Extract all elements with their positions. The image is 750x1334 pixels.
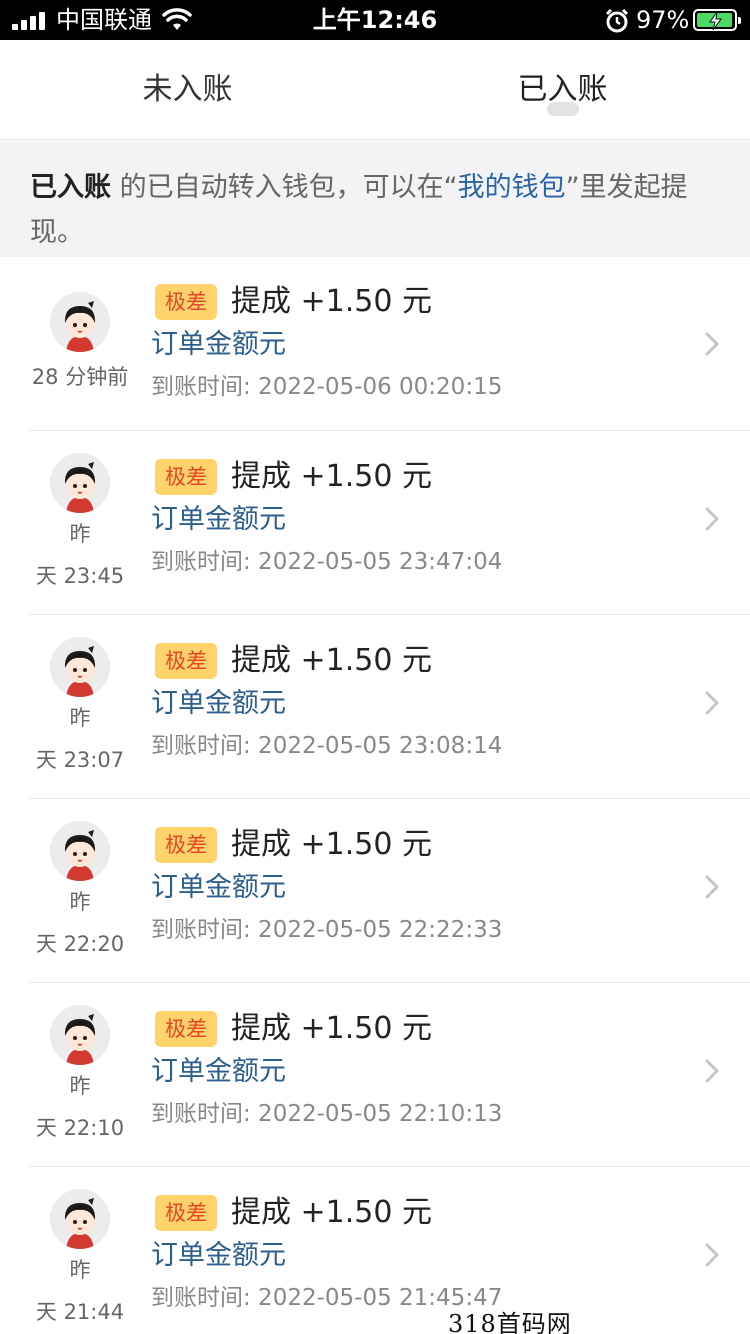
rating-badge: 极差 bbox=[155, 459, 217, 495]
record-title: 提成 +1.50 元 bbox=[231, 643, 433, 678]
chevron-right-icon bbox=[705, 1059, 719, 1083]
rating-badge: 极差 bbox=[155, 284, 217, 320]
record-time-line: 昨 bbox=[69, 522, 91, 546]
record-time-line: 天 23:45 bbox=[35, 564, 125, 588]
charging-bolt-icon bbox=[709, 12, 722, 30]
record-relative-time: 昨天 22:10 bbox=[28, 1065, 132, 1149]
record-datetime: 到账时间: 2022-05-05 23:08:14 bbox=[151, 733, 503, 759]
avatar-icon bbox=[50, 821, 110, 881]
status-bar: 中国联通 上午12:46 97% bbox=[0, 0, 750, 40]
rating-badge: 极差 bbox=[155, 643, 217, 679]
avatar-icon bbox=[50, 637, 110, 697]
record-relative-time: 昨天 22:20 bbox=[28, 881, 132, 965]
record-list: 28 分钟前 极差 提成 +1.50 元 订单金额元 到账时间: 2022-05… bbox=[0, 258, 750, 1334]
record-title: 提成 +1.50 元 bbox=[231, 459, 433, 494]
record-item[interactable]: 昨天 23:45 极差 提成 +1.50 元 订单金额元 到账时间: 2022-… bbox=[0, 431, 750, 615]
rating-badge: 极差 bbox=[155, 1195, 217, 1231]
record-time-line: 天 21:44 bbox=[35, 1300, 125, 1324]
tab-credited[interactable]: 已入账 bbox=[375, 40, 750, 140]
wallet-notice: 已入账 的已自动转入钱包，可以在“我的钱包”里发起提现。 bbox=[0, 141, 750, 257]
active-tab-indicator bbox=[547, 102, 579, 116]
record-subtitle: 订单金额元 bbox=[151, 329, 286, 360]
tab-bar: 未入账 已入账 bbox=[0, 40, 750, 140]
record-relative-time: 昨天 23:45 bbox=[28, 513, 132, 597]
rating-badge: 极差 bbox=[155, 1011, 217, 1047]
record-subtitle: 订单金额元 bbox=[151, 1056, 286, 1087]
tab-pending[interactable]: 未入账 bbox=[0, 40, 375, 140]
record-subtitle: 订单金额元 bbox=[151, 688, 286, 719]
my-wallet-link[interactable]: 我的钱包 bbox=[458, 172, 566, 203]
record-item[interactable]: 昨天 22:10 极差 提成 +1.50 元 订单金额元 到账时间: 2022-… bbox=[0, 983, 750, 1167]
avatar-icon bbox=[50, 1189, 110, 1249]
record-time-line: 昨 bbox=[69, 890, 91, 914]
record-time-line: 28 分钟前 bbox=[31, 365, 129, 389]
record-time-line: 天 23:07 bbox=[35, 748, 125, 772]
record-datetime: 到账时间: 2022-05-05 23:47:04 bbox=[151, 549, 503, 575]
record-time-line: 天 22:10 bbox=[35, 1116, 125, 1140]
record-title: 提成 +1.50 元 bbox=[231, 284, 433, 319]
avatar-icon bbox=[50, 1005, 110, 1065]
record-relative-time: 昨天 21:44 bbox=[28, 1249, 132, 1333]
record-time-line: 天 22:20 bbox=[35, 932, 125, 956]
record-subtitle: 订单金额元 bbox=[151, 504, 286, 535]
notice-text-before: 的已自动转入钱包，可以在“ bbox=[111, 172, 458, 203]
record-item[interactable]: 昨天 22:20 极差 提成 +1.50 元 订单金额元 到账时间: 2022-… bbox=[0, 799, 750, 983]
battery-icon bbox=[693, 9, 741, 31]
chevron-right-icon bbox=[705, 507, 719, 531]
record-datetime: 到账时间: 2022-05-06 00:20:15 bbox=[151, 374, 503, 400]
record-subtitle: 订单金额元 bbox=[151, 1240, 286, 1271]
record-title: 提成 +1.50 元 bbox=[231, 1195, 433, 1230]
record-item[interactable]: 28 分钟前 极差 提成 +1.50 元 订单金额元 到账时间: 2022-05… bbox=[0, 258, 750, 431]
battery-percent: 97% bbox=[636, 6, 690, 34]
record-datetime: 到账时间: 2022-05-05 22:10:13 bbox=[151, 1101, 503, 1127]
record-title: 提成 +1.50 元 bbox=[231, 1011, 433, 1046]
record-relative-time: 昨天 23:07 bbox=[28, 697, 132, 781]
record-time-line: 昨 bbox=[69, 1074, 91, 1098]
record-title: 提成 +1.50 元 bbox=[231, 827, 433, 862]
record-subtitle: 订单金额元 bbox=[151, 872, 286, 903]
record-datetime: 到账时间: 2022-05-05 22:22:33 bbox=[151, 917, 503, 943]
record-time-line: 昨 bbox=[69, 1258, 91, 1282]
watermark: 318首码网 www.E318.com bbox=[448, 1310, 572, 1334]
notice-bold-label: 已入账 bbox=[30, 172, 111, 203]
record-time-line: 昨 bbox=[69, 706, 91, 730]
chevron-right-icon bbox=[705, 691, 719, 715]
chevron-right-icon bbox=[705, 332, 719, 356]
record-relative-time: 28 分钟前 bbox=[28, 356, 132, 398]
chevron-right-icon bbox=[705, 1243, 719, 1267]
avatar-icon bbox=[50, 292, 110, 352]
record-item[interactable]: 昨天 23:07 极差 提成 +1.50 元 订单金额元 到账时间: 2022-… bbox=[0, 615, 750, 799]
rating-badge: 极差 bbox=[155, 827, 217, 863]
avatar-icon bbox=[50, 453, 110, 513]
chevron-right-icon bbox=[705, 875, 719, 899]
alarm-icon bbox=[605, 8, 629, 33]
